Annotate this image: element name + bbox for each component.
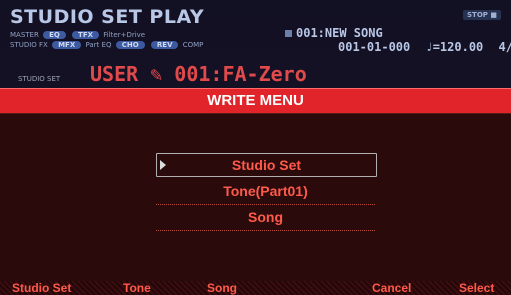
- function-bar: [0, 281, 511, 295]
- stop-icon: ■: [490, 11, 497, 19]
- song-indicator-icon: [285, 30, 292, 37]
- f5-cancel-button[interactable]: Cancel: [372, 281, 411, 295]
- cho-chip: CHO: [115, 41, 145, 49]
- tempo-value: ♩=120.00: [425, 40, 484, 54]
- screen-title: STUDIO SET PLAY: [10, 6, 205, 28]
- part-eq-label: Part EQ: [85, 41, 112, 49]
- song-name: 001:NEW SONG: [285, 26, 383, 40]
- master-row: MASTER EQ TFX Filter+Drive: [10, 31, 145, 39]
- position-value: 001-01-000: [338, 40, 411, 54]
- master-label: MASTER: [10, 31, 39, 39]
- time-signature: 4/: [498, 40, 511, 54]
- f3-song-button[interactable]: Song: [207, 281, 237, 295]
- menu-divider: [156, 204, 375, 205]
- cursor-arrow-icon: [160, 160, 166, 170]
- menu-item-studio-set[interactable]: Studio Set: [156, 153, 377, 177]
- comp-label: COMP: [182, 41, 204, 49]
- mfx-chip: MFX: [52, 41, 82, 49]
- menu-item-label: Tone(Part01): [223, 183, 308, 199]
- menu-item-tone-part01[interactable]: Tone(Part01): [156, 180, 375, 205]
- studio-set-name: USER ✎ 001:FA-Zero: [90, 62, 307, 86]
- f1-studio-set-button[interactable]: Studio Set: [12, 281, 71, 295]
- dialog-title: WRITE MENU: [207, 92, 304, 109]
- eq-chip: EQ: [43, 31, 66, 39]
- menu-item-label: Song: [248, 209, 283, 225]
- tfx-chip: TFX: [72, 31, 100, 39]
- studio-set-label: STUDIO SET: [18, 75, 61, 83]
- menu-item-label: Studio Set: [231, 157, 302, 173]
- rev-chip: REV: [150, 41, 179, 49]
- menu-item-song[interactable]: Song: [156, 206, 375, 231]
- write-menu-screen: STUDIO SET PLAY MASTER EQ TFX Filter+Dri…: [0, 0, 511, 295]
- stop-badge: STOP ■: [463, 10, 501, 20]
- tfx-value: Filter+Drive: [103, 31, 146, 39]
- f6-select-button[interactable]: Select: [459, 281, 494, 295]
- menu-divider: [156, 230, 375, 231]
- studio-fx-label: STUDIO FX: [10, 41, 48, 49]
- f2-tone-button[interactable]: Tone: [123, 281, 151, 295]
- studio-fx-row: STUDIO FX MFX Part EQ CHO REV COMP: [10, 41, 203, 49]
- song-position: 001-01-000 ♩=120.00 4/: [338, 40, 511, 54]
